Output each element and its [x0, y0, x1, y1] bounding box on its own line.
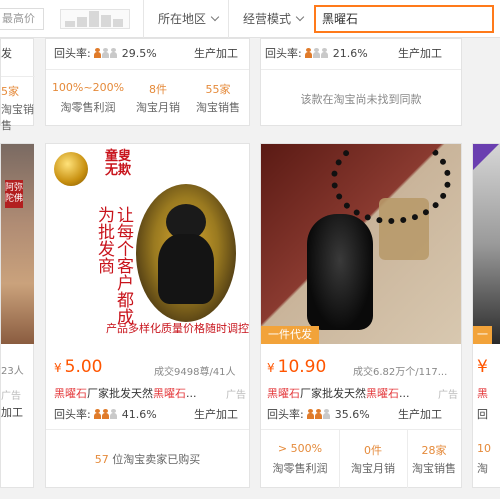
- sales-count: 成交6.82万个/117...: [353, 367, 448, 378]
- image-slogan: 让每个客户都成为批发商: [94, 206, 133, 325]
- product-card-b-bottom[interactable]: 一件代发 ¥10.90 成交6.82万个/117... 黑曜石厂家批发天然黑曜石…: [260, 143, 462, 488]
- metric-value: 0件: [364, 444, 382, 457]
- pendant-image: [307, 214, 373, 330]
- business-mode-dropdown[interactable]: 经营模式: [228, 0, 312, 38]
- metric-value: 55家: [205, 83, 231, 96]
- chevron-down-icon: [210, 12, 220, 22]
- business-type: 生产加工: [194, 408, 238, 421]
- max-price-input[interactable]: 最高价: [0, 8, 44, 30]
- business-type: 生产加工: [398, 47, 442, 60]
- product-image[interactable]: 童叟无欺 让每个客户都成为批发商 产品多样化质量价格随时调控: [46, 144, 249, 344]
- ad-label: 广告: [226, 390, 246, 401]
- region-dropdown[interactable]: 所在地区: [143, 0, 228, 38]
- product-image[interactable]: 一件代发: [261, 144, 461, 344]
- no-match-notice: 该款在淘宝尚未找到同款: [300, 93, 422, 106]
- price-distribution-chart[interactable]: [60, 9, 130, 29]
- repurchase-rate: 回头率: 41.6%: [54, 408, 157, 421]
- search-input[interactable]: 黑曜石: [314, 5, 494, 33]
- repurchase-rate: 回头率: 35.6%: [267, 408, 370, 421]
- business-type: 生产加工: [398, 408, 442, 421]
- buyer-level-icon: [305, 47, 329, 60]
- price: ¥5.00: [54, 357, 103, 377]
- product-card-a-top[interactable]: 回头率: 29.5% 生产加工 100%~200% 淘零售利润 8件 淘宝月销 …: [45, 38, 250, 126]
- metric-label: 淘零售利润: [272, 462, 328, 475]
- filter-bar: 最高价 所在地区 经营模式 黑曜石: [0, 0, 500, 38]
- metric-label: 淘宝销售: [412, 462, 456, 475]
- metric-label: 淘宝月销: [351, 462, 395, 475]
- ad-label: 广告: [438, 390, 458, 401]
- buyer-level-icon: [94, 408, 118, 421]
- product-card-left-bottom[interactable]: 阿弥陀佛 23人 广告 加工: [0, 143, 34, 488]
- repurchase-rate: 回头率: 29.5%: [54, 47, 157, 60]
- product-card-a-bottom[interactable]: 童叟无欺 让每个客户都成为批发商 产品多样化质量价格随时调控 ¥5.00 成交9…: [45, 143, 250, 488]
- product-card-right-edge[interactable]: 一 ¥ 黑 回 10 淘: [472, 143, 500, 488]
- metric-label: 淘零售利润: [60, 101, 116, 114]
- chevron-down-icon: [295, 12, 305, 22]
- product-title[interactable]: 黑曜石厂家批发天然黑曜石...: [54, 385, 224, 401]
- image-bottom-text: 产品多样化质量价格随时调控: [106, 322, 249, 335]
- product-title[interactable]: 黑曜石厂家批发天然黑曜石...: [267, 385, 435, 401]
- metric-value: 8件: [149, 83, 167, 96]
- metric-label: 淘宝销售: [196, 101, 240, 114]
- buyer-level-icon: [307, 408, 331, 421]
- pendant-image: [136, 184, 236, 322]
- dropship-badge: 一件代发: [261, 326, 319, 344]
- price: ¥10.90: [267, 357, 327, 377]
- repurchase-rate: 回头率: 21.6%: [265, 47, 368, 60]
- metric-label: 淘宝月销: [136, 101, 180, 114]
- taobao-buyers: 57 位淘宝卖家已购买: [94, 453, 201, 466]
- product-image[interactable]: 一: [473, 144, 500, 344]
- gold-medal-icon: [54, 152, 88, 186]
- metric-value: > 500%: [277, 442, 323, 455]
- product-card-left-top[interactable]: 发 5家 淘宝销售: [0, 38, 35, 132]
- product-image[interactable]: 阿弥陀佛: [1, 144, 34, 344]
- metric-value: 28家: [421, 444, 447, 457]
- metric-value: 100%~200%: [51, 81, 125, 94]
- image-corner-text: 童叟无欺: [104, 149, 131, 178]
- buyer-level-icon: [94, 47, 118, 60]
- product-card-b-top[interactable]: 回头率: 21.6% 生产加工 该款在淘宝尚未找到同款: [260, 38, 462, 126]
- sales-count: 成交9498尊/41人: [154, 367, 236, 378]
- business-type: 生产加工: [194, 47, 238, 60]
